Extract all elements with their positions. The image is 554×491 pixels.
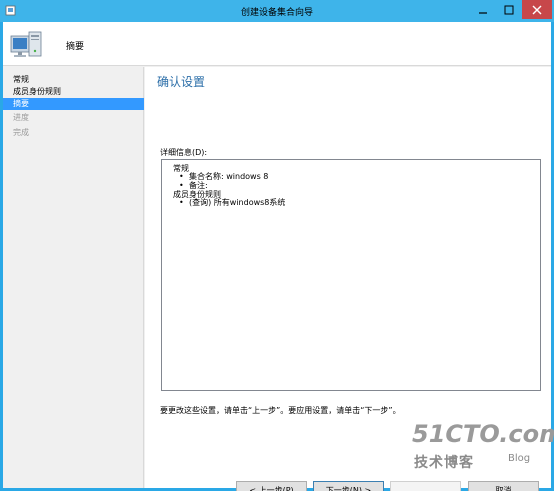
details-textbox[interactable]: 常规 集合名称: windows 8 备注: 成员身份规则 (查询) 所有win… (161, 159, 541, 391)
computer-icon (10, 31, 42, 57)
maximize-icon (504, 5, 514, 14)
hint-text: 要更改这些设置，请单击“上一步”。要应用设置，请单击“下一步”。 (160, 406, 401, 415)
nav-item-progress: 进度 (13, 113, 29, 122)
watermark-tagline: 技术博客 (414, 455, 474, 471)
title-bar[interactable]: 创建设备集合向导 (0, 0, 554, 22)
wizard-nav: 常规 成员身份规则 摘要 进度 完成 (3, 67, 144, 488)
next-button[interactable]: 下一步(N) > (313, 481, 384, 491)
previous-button[interactable]: < 上一步(P) (236, 481, 307, 491)
minimize-button[interactable] (470, 0, 496, 19)
close-icon (532, 5, 542, 14)
cancel-button[interactable]: 取消 (468, 481, 539, 491)
close-button[interactable] (522, 0, 552, 19)
maximize-button[interactable] (496, 0, 522, 19)
details-item-comment: 备注: (173, 181, 529, 191)
details-item-rule: (查询) 所有windows8系统 (173, 198, 529, 208)
wizard-window: 创建设备集合向导 摘要 常规 成员身份规则 摘要 进度 完成 确认设置 详细信息… (0, 0, 554, 491)
details-rules-list: (查询) 所有windows8系统 (173, 198, 529, 208)
nav-item-membership-rules[interactable]: 成员身份规则 (3, 86, 144, 98)
details-label: 详细信息(D): (160, 148, 208, 157)
nav-item-summary[interactable]: 摘要 (3, 98, 144, 110)
nav-item-general[interactable]: 常规 (3, 74, 144, 86)
watermark-blog: Blog (508, 453, 531, 464)
minimize-icon (479, 11, 487, 14)
wizard-header: 摘要 (3, 22, 551, 66)
page-title: 确认设置 (157, 75, 206, 89)
details-item-collection-name: 集合名称: windows 8 (173, 172, 529, 182)
nav-item-completion: 完成 (13, 128, 29, 137)
header-title: 摘要 (66, 42, 85, 52)
details-general-list: 集合名称: windows 8 备注: (173, 172, 529, 191)
watermark-site: 51CTO.com (412, 420, 554, 448)
wizard-client: 摘要 常规 成员身份规则 摘要 进度 完成 确认设置 详细信息(D): 常规 集… (3, 22, 551, 491)
watermark-logo: 51CTO.com 技术博客 Blog (412, 420, 554, 480)
summary-button (390, 481, 461, 491)
